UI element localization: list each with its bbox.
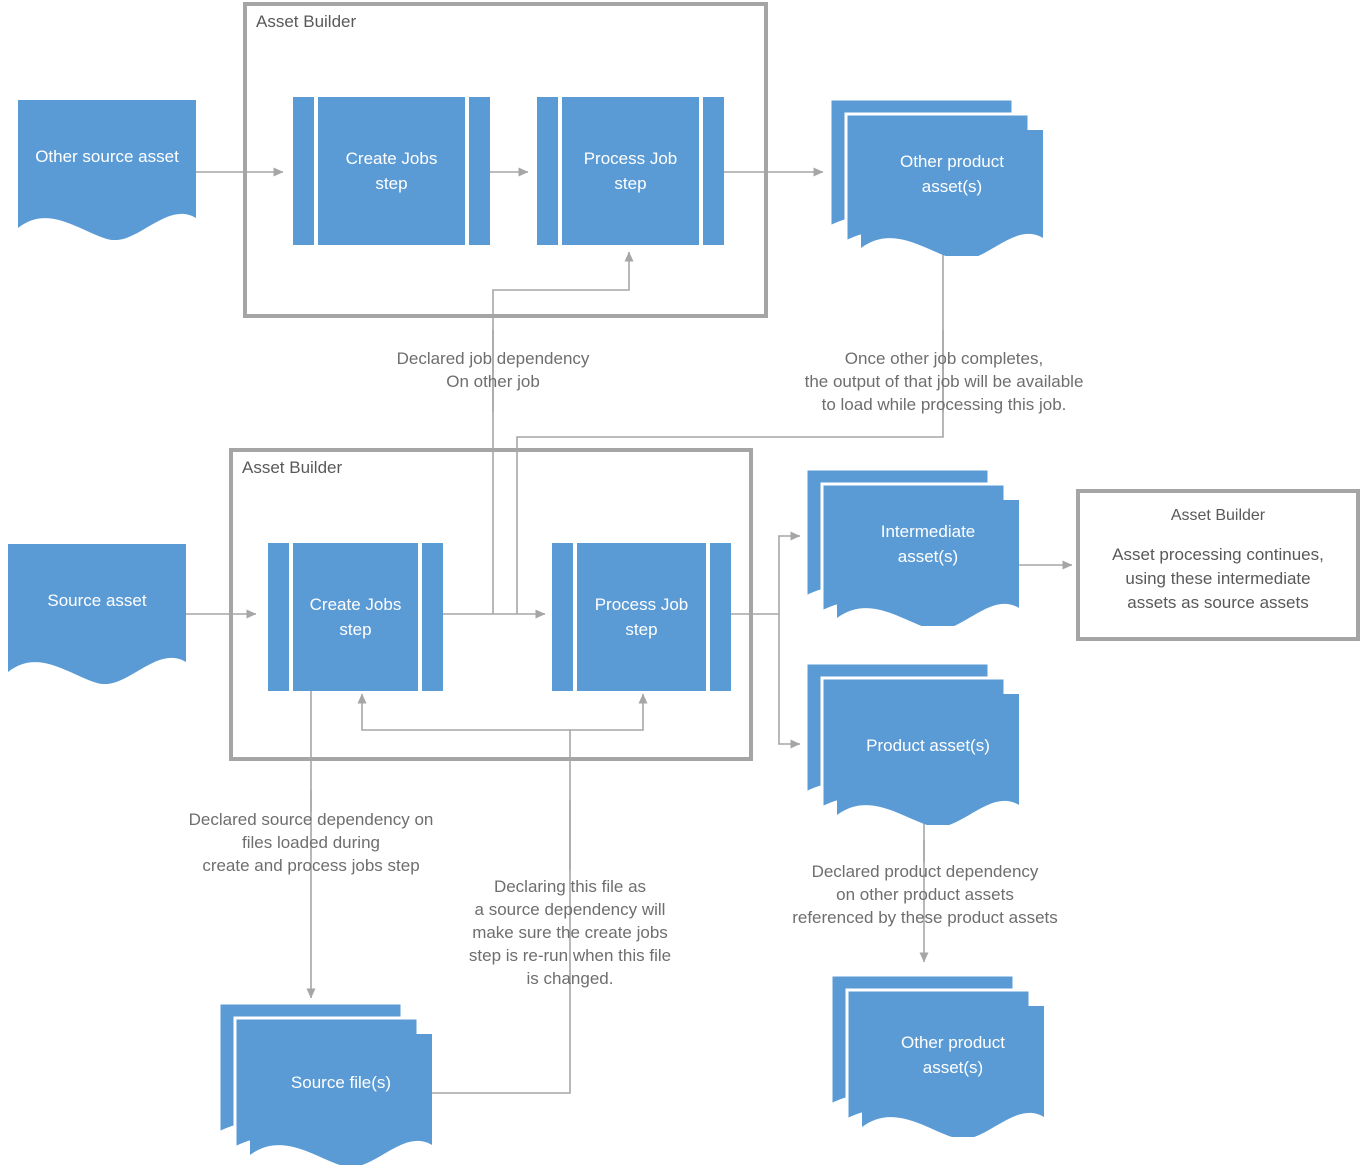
callout-asset-builder: Asset Builder Asset processing continues… bbox=[1076, 489, 1360, 641]
wire-to-intermediate bbox=[778, 531, 801, 614]
step-label: Create Jobs step bbox=[345, 149, 438, 193]
step-process-job-bottom[interactable]: Process Job step bbox=[552, 543, 731, 691]
step-right-bar bbox=[418, 543, 422, 691]
step-process-job-top[interactable]: Process Job step bbox=[537, 97, 724, 245]
step-left-bar bbox=[573, 543, 577, 691]
step-create-jobs-bottom[interactable]: Create Jobs step bbox=[268, 543, 443, 691]
step-label: Create Jobs step bbox=[309, 595, 402, 639]
step-left-bar bbox=[558, 97, 562, 245]
container-title-bottom: Asset Builder bbox=[242, 458, 343, 477]
asset-other-product-assets-top[interactable]: Other product asset(s) bbox=[827, 96, 1043, 256]
asset-label: Other source asset bbox=[35, 147, 179, 166]
asset-source-asset[interactable]: Source asset bbox=[8, 544, 186, 684]
step-left-bar bbox=[289, 543, 293, 691]
container-title-top: Asset Builder bbox=[256, 12, 357, 31]
step-right-bar bbox=[706, 543, 710, 691]
callout-body: Asset processing continues, using these … bbox=[1112, 545, 1324, 612]
callout-title: Asset Builder bbox=[1170, 507, 1266, 524]
asset-other-product-assets-bottom[interactable]: Other product asset(s) bbox=[828, 972, 1044, 1137]
asset-label: Source asset bbox=[47, 591, 147, 610]
asset-label: Intermediate asset(s) bbox=[880, 522, 976, 566]
asset-other-source-asset[interactable]: Other source asset bbox=[18, 100, 196, 240]
asset-label: Other product asset(s) bbox=[900, 152, 1004, 196]
note-once-other-job: Once other job completes, the output of … bbox=[804, 349, 1084, 414]
note-product-dependency: Declared product dependency on other pro… bbox=[792, 862, 1058, 927]
asset-label: Other product asset(s) bbox=[901, 1033, 1005, 1077]
asset-intermediate-assets[interactable]: Intermediate asset(s) bbox=[803, 466, 1019, 626]
step-label: Process Job step bbox=[594, 595, 689, 639]
asset-source-files[interactable]: Source file(s) bbox=[216, 1000, 432, 1165]
asset-product-assets[interactable]: Product asset(s) bbox=[803, 660, 1019, 825]
note-declaring-file: Declaring this file as a source dependen… bbox=[468, 877, 672, 988]
asset-label: Source file(s) bbox=[290, 1073, 392, 1092]
wire-to-product bbox=[778, 614, 801, 749]
document-shape bbox=[8, 544, 186, 684]
step-create-jobs-top[interactable]: Create Jobs step bbox=[293, 97, 490, 245]
step-label: Process Job step bbox=[583, 149, 678, 193]
note-source-dependency: Declared source dependency on files load… bbox=[188, 810, 434, 875]
note-job-dependency: Declared job dependency On other job bbox=[396, 349, 590, 391]
document-shape bbox=[18, 100, 196, 240]
step-right-bar bbox=[465, 97, 469, 245]
diagram-canvas: Asset Builder Create Jobs step Process J… bbox=[0, 0, 1363, 1171]
asset-label: Product asset(s) bbox=[866, 736, 990, 755]
step-left-bar bbox=[314, 97, 318, 245]
step-right-bar bbox=[699, 97, 703, 245]
